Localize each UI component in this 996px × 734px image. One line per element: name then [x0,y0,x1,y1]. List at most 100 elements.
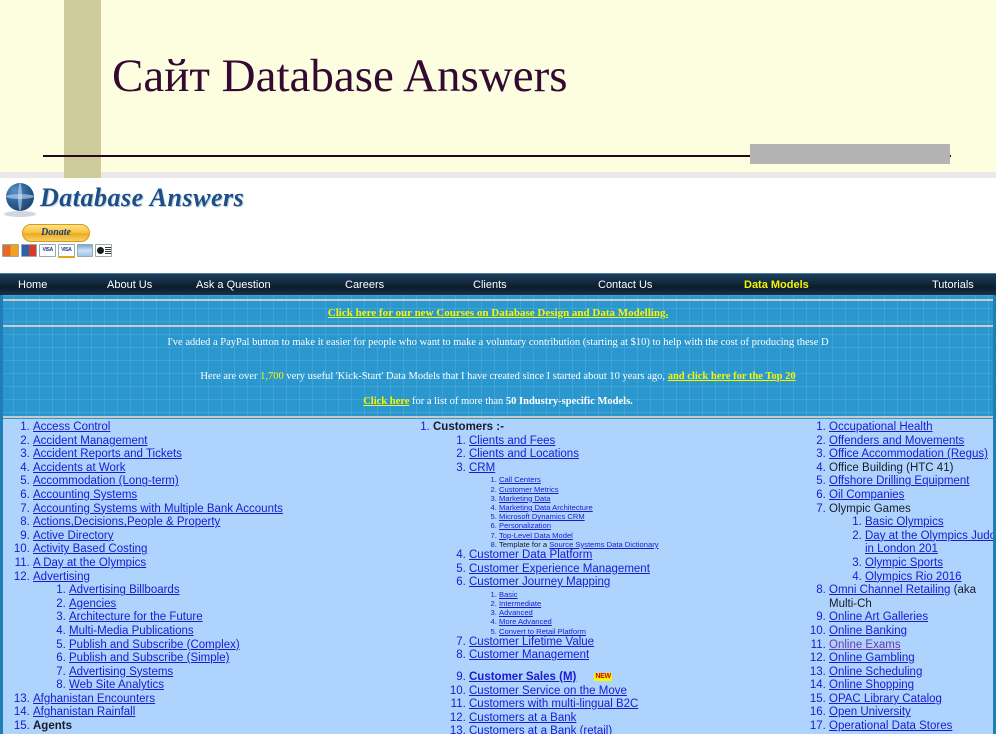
list-item-link[interactable]: Architecture for the Future [69,611,203,623]
model-list-level-3: BasicIntermediateAdvancedMore AdvancedCo… [469,590,803,636]
list-item-link[interactable]: Open University [829,706,911,718]
model-list-level-1: Customers :- Clients and FeesClients and … [403,421,803,734]
list-item-link[interactable]: Customer Journey Mapping [469,576,610,588]
list-item-label: Agents [33,720,72,733]
list-item-link[interactable]: Clients and Fees [469,435,555,447]
list-item-link[interactable]: Customer Service on the Move [469,685,627,697]
list-item-link[interactable]: Publish and Subscribe (Complex) [69,639,240,651]
list-item-link[interactable]: Oil Companies [829,489,904,501]
customers-heading: Customers :- [433,421,504,433]
list-item-link[interactable]: Olympics Rio 2016 [865,571,962,583]
list-item-link[interactable]: Customers at a Bank [469,712,576,724]
list-item-link[interactable]: Actions,Decisions,People & Property [33,516,220,528]
list-item: Accident Management [33,435,403,449]
list-item-link[interactable]: OPAC Library Catalog [829,693,942,705]
list-item: Online Shopping [829,679,993,693]
nav-item-tutorials[interactable]: Tutorials [932,274,974,296]
industry-models-link[interactable]: Click here [363,396,409,407]
list-item-link[interactable]: Olympic Sports [865,557,943,569]
list-item: Customer Metrics [499,485,803,494]
list-item-link[interactable]: Customer Data Platform [469,549,592,561]
list-item-link[interactable]: Customers with multi-lingual B2C [469,698,638,710]
list-item-link[interactable]: Customer Management [469,649,589,661]
list-item-link[interactable]: Accident Reports and Tickets [33,448,182,460]
list-item: Accounting Systems with Multiple Bank Ac… [33,503,403,517]
slide-gray-placeholder [750,144,950,164]
list-item: Template for a Source Systems Data Dicti… [499,540,803,549]
list-item-link[interactable]: Source Systems Data Dictionary [549,540,658,549]
list-item-link[interactable]: Advanced [499,608,533,617]
list-item-link[interactable]: Web Site Analytics [69,679,164,691]
donate-button[interactable]: Donate [22,224,90,242]
list-item-link[interactable]: Accounting Systems with Multiple Bank Ac… [33,503,283,515]
list-item-link[interactable]: Agencies [69,598,116,610]
list-item-link[interactable]: Top-Level Data Model [499,531,573,540]
list-item-link[interactable]: Customer Metrics [499,485,559,494]
list-item-link[interactable]: Activity Based Costing [33,543,147,555]
nav-item-contact-us[interactable]: Contact Us [598,274,652,296]
list-item-link[interactable]: Microsoft Dynamics CRM [499,512,585,521]
list-item-link[interactable]: Access Control [33,421,110,433]
list-item-link[interactable]: Customer Sales (M) [469,671,576,683]
list-item-link[interactable]: Accidents at Work [33,462,125,474]
nav-item-data-models[interactable]: Data Models [744,274,809,296]
list-item-link[interactable]: Offenders and Movements [829,435,964,447]
list-item-link[interactable]: Occupational Health [829,421,933,433]
list-item-link[interactable]: Advertising Billboards [69,584,180,596]
nav-item-about-us[interactable]: About Us [107,274,152,296]
list-item-link[interactable]: Publish and Subscribe (Simple) [69,652,229,664]
list-item-link[interactable]: Accommodation (Long-term) [33,475,179,487]
list-item-link[interactable]: Office Accommodation (Regus) [829,448,988,460]
list-item: Customers :- Clients and FeesClients and … [433,421,803,734]
list-item-link[interactable]: Afghanistan Rainfall [33,706,135,718]
list-item-link[interactable]: Customer Experience Management [469,563,650,575]
list-item-link[interactable]: Personalization [499,521,551,530]
list-item: Olympics Rio 2016 [865,571,993,585]
nav-item-ask-a-question[interactable]: Ask a Question [196,274,271,296]
website-screenshot: Database Answers Donate VISA VISA Home Ab… [0,172,996,734]
list-item-link[interactable]: Online Scheduling [829,666,922,678]
list-item-link[interactable]: Marketing Data [499,494,551,503]
banner-rule-top [3,299,993,301]
list-item-link[interactable]: Online Banking [829,625,907,637]
nav-item-clients[interactable]: Clients [473,274,507,296]
list-item-link[interactable]: Marketing Data Architecture [499,503,593,512]
list-item-link[interactable]: Advertising [33,571,90,583]
list-item-link[interactable]: Online Art Galleries [829,611,928,623]
nav-item-careers[interactable]: Careers [345,274,384,296]
site-logo-text[interactable]: Database Answers [40,183,244,213]
nav-item-home[interactable]: Home [18,274,47,296]
list-item-link[interactable]: Basic Olympics [865,516,944,528]
list-item-link[interactable]: Day at the Olympics Judo in London 201 [865,530,993,556]
courses-link[interactable]: Click here for our new Courses on Databa… [328,307,668,319]
list-item-link[interactable]: More Advanced [499,617,552,626]
list-item-link[interactable]: Basic [499,590,518,599]
list-item: Customer Data Platform [469,549,803,563]
list-item-link[interactable]: Multi-Media Publications [69,625,194,637]
list-item-link[interactable]: Customer Lifetime Value [469,636,594,648]
list-item-link[interactable]: Advertising Systems [69,666,173,678]
list-item-link[interactable]: Online Exams [829,639,901,651]
list-item-link[interactable]: Customers at a Bank (retail) [469,725,612,734]
list-item-link[interactable]: Online Gambling [829,652,915,664]
top-20-link[interactable]: and click here for the Top 20 [668,371,796,382]
list-item-link[interactable]: Call Centers [499,475,541,484]
list-item-link[interactable]: Offshore Drilling Equipment [829,475,969,487]
list-item-link[interactable]: Intermediate [499,599,541,608]
list-item: Accommodation (Long-term) [33,475,403,489]
list-item-link[interactable]: Clients and Locations [469,448,579,460]
list-item-link[interactable]: Omni Channel Retailing [829,584,950,596]
list-item: Accidents at Work [33,462,403,476]
list-item-link[interactable]: Afghanistan Encounters [33,693,155,705]
list-item-link[interactable]: Accounting Systems [33,489,137,501]
list-item-link[interactable]: A Day at the Olympics [33,557,146,569]
list-item-link[interactable]: Accident Management [33,435,147,447]
list-item-link[interactable]: CRM [469,462,495,474]
list-item-link[interactable]: Convert to Retail Platform [499,627,586,636]
column-left: Access ControlAccident ManagementAcciden… [3,419,403,734]
list-item-link[interactable]: Active Directory [33,530,114,542]
list-item-link[interactable]: Operational Data Stores [829,720,952,732]
list-item: Open University [829,706,993,720]
list-item: Afghanistan Rainfall [33,706,403,720]
list-item-link[interactable]: Online Shopping [829,679,914,691]
